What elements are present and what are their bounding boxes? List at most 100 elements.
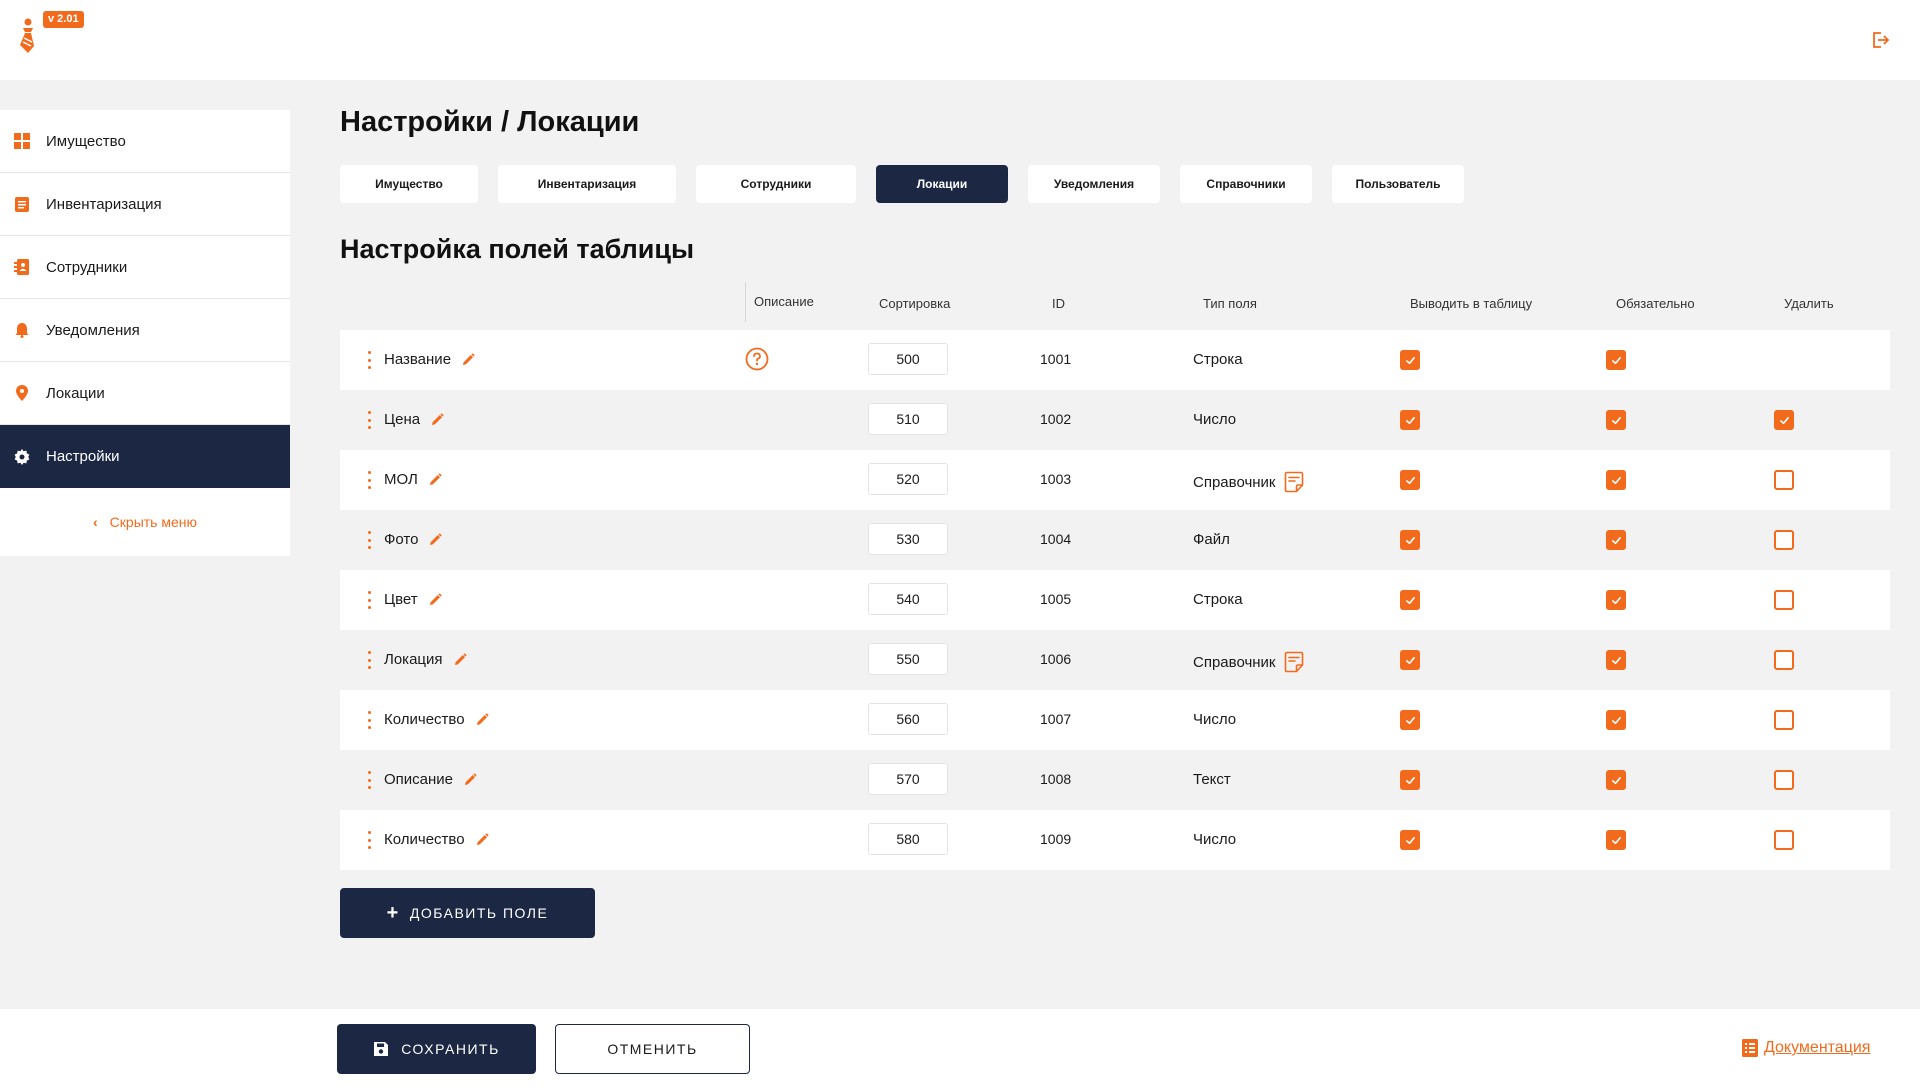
show-in-table-checkbox[interactable] [1400,590,1420,610]
field-name-label: Количество [384,831,465,848]
sort-order-input[interactable] [868,463,948,495]
delete-checkbox[interactable] [1774,830,1794,850]
show-in-table-checkbox[interactable] [1400,770,1420,790]
footer-bar: СОХРАНИТЬ ОТМЕНИТЬ Документация [0,1009,1920,1089]
show-in-table-checkbox[interactable] [1400,650,1420,670]
show-in-table-checkbox[interactable] [1400,470,1420,490]
sidebar-item-label: Имущество [46,132,126,150]
tab-user[interactable]: Пользователь [1332,165,1464,203]
tab-employees[interactable]: Сотрудники [696,165,856,203]
sidebar-item-inventory[interactable]: Инвентаризация [0,173,290,236]
required-checkbox[interactable] [1606,350,1626,370]
show-in-table-checkbox[interactable] [1400,410,1420,430]
drag-handle-icon[interactable] [368,411,372,429]
sidebar-item-property[interactable]: Имущество [0,110,290,173]
field-type-label: Файл [1193,531,1230,548]
pencil-icon[interactable] [475,713,489,727]
field-type-label: Число [1193,831,1237,848]
field-name-label: Локация [384,651,443,668]
header-description: Описание [754,294,814,309]
top-bar: v 2.01 [0,0,1920,80]
pencil-icon[interactable] [475,833,489,847]
tab-dictionaries[interactable]: Справочники [1180,165,1312,203]
required-checkbox[interactable] [1606,830,1626,850]
add-field-button[interactable]: + ДОБАВИТЬ ПОЛЕ [340,888,595,938]
pencil-icon[interactable] [428,593,442,607]
required-checkbox[interactable] [1606,530,1626,550]
field-type: Текст [1193,771,1231,788]
sidebar-item-locations[interactable]: Локации [0,362,290,425]
logo-icon[interactable] [14,18,40,54]
required-checkbox[interactable] [1606,770,1626,790]
pencil-icon[interactable] [461,353,475,367]
show-in-table-checkbox[interactable] [1400,350,1420,370]
required-checkbox[interactable] [1606,470,1626,490]
field-name: Цвет [384,591,442,608]
field-name-label: Описание [384,771,454,788]
sidebar-item-settings[interactable]: Настройки [0,425,290,488]
sidebar-item-employees[interactable]: Сотрудники [0,236,290,299]
drag-handle-icon[interactable] [368,711,372,729]
sort-order-input[interactable] [868,823,948,855]
sort-order-input[interactable] [868,523,948,555]
sort-order-input[interactable] [868,583,948,615]
drag-handle-icon[interactable] [368,831,372,849]
delete-checkbox[interactable] [1774,470,1794,490]
sort-order-input[interactable] [868,343,948,375]
pencil-icon[interactable] [453,653,467,667]
field-type: Справочник [1193,471,1304,493]
show-in-table-checkbox[interactable] [1400,830,1420,850]
sidebar-item-notifications[interactable]: Уведомления [0,299,290,362]
chevron-left-icon: ‹ [93,514,98,530]
sort-order-input[interactable] [868,643,948,675]
tab-locations[interactable]: Локации [876,165,1008,203]
drag-handle-icon[interactable] [368,591,372,609]
help-circle-icon[interactable] [745,347,769,371]
delete-checkbox[interactable] [1774,530,1794,550]
tab-inventory[interactable]: Инвентаризация [498,165,676,203]
field-id: 1001 [1040,351,1072,367]
dictionary-note-icon[interactable] [1284,651,1304,673]
delete-checkbox[interactable] [1774,590,1794,610]
dictionary-note-icon[interactable] [1284,471,1304,493]
drag-handle-icon[interactable] [368,651,372,669]
table-row: Название 1001 Строка [340,330,1890,390]
table-row: Описание 1008 Текст [340,750,1890,810]
drag-handle-icon[interactable] [368,351,372,369]
save-button[interactable]: СОХРАНИТЬ [337,1024,536,1074]
required-checkbox[interactable] [1606,710,1626,730]
sidebar-item-label: Уведомления [46,321,140,339]
pencil-icon[interactable] [428,533,442,547]
logout-icon[interactable] [1870,30,1890,50]
cancel-button[interactable]: ОТМЕНИТЬ [555,1024,750,1074]
hide-menu-button[interactable]: ‹ Скрыть меню [0,488,290,556]
field-id: 1008 [1040,771,1072,787]
drag-handle-icon[interactable] [368,771,372,789]
tab-notifications[interactable]: Уведомления [1028,165,1160,203]
delete-checkbox[interactable] [1774,710,1794,730]
sort-order-input[interactable] [868,403,948,435]
delete-checkbox[interactable] [1774,410,1794,430]
field-name-label: Фото [384,531,419,548]
delete-checkbox[interactable] [1774,650,1794,670]
field-name: Количество [384,711,489,728]
show-in-table-checkbox[interactable] [1400,710,1420,730]
required-checkbox[interactable] [1606,590,1626,610]
header-delete: Удалить [1784,296,1834,311]
header-sort: Сортировка [879,296,951,311]
drag-handle-icon[interactable] [368,471,372,489]
delete-checkbox[interactable] [1774,770,1794,790]
tab-property[interactable]: Имущество [340,165,478,203]
documentation-link[interactable]: Документация [1742,1039,1870,1057]
required-checkbox[interactable] [1606,650,1626,670]
pencil-icon[interactable] [463,773,477,787]
required-checkbox[interactable] [1606,410,1626,430]
sidebar-item-label: Сотрудники [46,258,128,276]
sort-order-input[interactable] [868,763,948,795]
drag-handle-icon[interactable] [368,531,372,549]
show-in-table-checkbox[interactable] [1400,530,1420,550]
pencil-icon[interactable] [430,413,444,427]
field-type-label: Справочник [1193,653,1276,671]
pencil-icon[interactable] [428,473,442,487]
sort-order-input[interactable] [868,703,948,735]
